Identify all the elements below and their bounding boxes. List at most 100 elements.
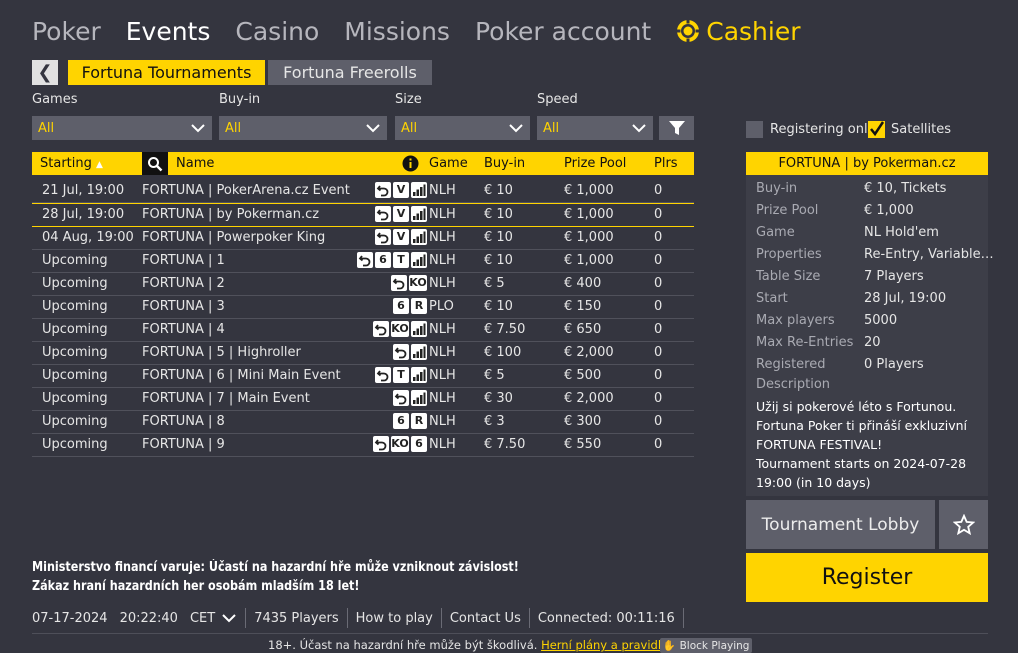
row-start: Upcoming: [42, 391, 108, 406]
row-buyin: € 30: [484, 391, 513, 406]
row-game: NLH: [429, 391, 456, 406]
nav-events[interactable]: Events: [126, 17, 211, 46]
rules-link[interactable]: Herní plány a pravidla.: [541, 638, 672, 652]
reentry-icon: [357, 252, 373, 268]
row-game: PLO: [429, 299, 454, 314]
row-name: FORTUNA | 5 | Highroller: [142, 345, 301, 360]
detail-value: Re-Entry, Variable…: [864, 247, 994, 262]
size-select[interactable]: All: [395, 116, 530, 140]
property-badge: V: [393, 206, 409, 222]
detail-key: Properties: [756, 247, 822, 262]
row-name: FORTUNA | PokerArena.cz Event: [142, 183, 350, 198]
nav-poker-account[interactable]: Poker account: [475, 17, 651, 46]
block-playing-button[interactable]: ✋ Block Playing: [660, 638, 752, 653]
checkmark-icon: [870, 121, 885, 137]
nav-cashier[interactable]: Cashier: [676, 17, 801, 46]
table-row[interactable]: 28 Jul, 19:00 FORTUNA | by Pokerman.cz V NL…: [32, 203, 694, 227]
row-game: NLH: [429, 276, 456, 291]
property-badge: KO: [391, 436, 409, 452]
row-buyin: € 10: [484, 183, 513, 198]
description-line: Tournament starts on 2024-07-28: [756, 456, 967, 471]
filter-label-buyin: Buy-in: [219, 92, 261, 107]
row-prize-pool: € 550: [564, 437, 602, 452]
header-players[interactable]: Plrs: [654, 152, 678, 175]
nav-casino[interactable]: Casino: [235, 17, 319, 46]
detail-key: Max Re-Entries: [756, 335, 854, 350]
reentry-icon: [373, 321, 389, 337]
row-name: FORTUNA | 8: [142, 414, 225, 429]
row-game: NLH: [429, 183, 456, 198]
reentry-icon: [393, 344, 409, 360]
speed-icon: [411, 344, 427, 360]
header-starting-label: Starting: [40, 156, 92, 171]
speed-select[interactable]: All: [537, 116, 653, 140]
description-line: 19:00 (in 10 days): [756, 475, 871, 490]
filter-button[interactable]: [659, 116, 694, 140]
table-row[interactable]: Upcoming FORTUNA | 1 6 T NLH € 10 € 1,000 0: [32, 250, 694, 273]
satellites-label: Satellites: [891, 122, 952, 137]
header-name[interactable]: Name: [176, 152, 214, 175]
reentry-icon: [391, 275, 407, 291]
header-prize-pool[interactable]: Prize Pool: [564, 152, 626, 175]
row-game: NLH: [429, 322, 456, 337]
speed-icon: [411, 252, 427, 268]
row-prize-pool: € 400: [564, 276, 602, 291]
row-properties: 6T: [357, 252, 427, 268]
header-buyin[interactable]: Buy-in: [484, 152, 525, 175]
table-row[interactable]: Upcoming FORTUNA | 2 KO NLH € 5 € 400 0: [32, 273, 694, 296]
speed-icon: [411, 229, 427, 245]
table-row[interactable]: 21 Jul, 19:00 FORTUNA | PokerArena.cz Eve…: [32, 180, 694, 203]
tab-fortuna-tournaments[interactable]: Fortuna Tournaments: [68, 60, 265, 85]
tournament-lobby-button[interactable]: Tournament Lobby: [746, 500, 935, 549]
row-start: Upcoming: [42, 322, 108, 337]
reentry-icon: [375, 206, 391, 222]
divider: [440, 608, 442, 628]
search-button[interactable]: [142, 152, 168, 175]
table-row[interactable]: Upcoming FORTUNA | 5 | Highroller NLH € 100…: [32, 342, 694, 365]
buyin-select-value: All: [225, 120, 242, 136]
row-buyin: € 5: [484, 276, 505, 291]
row-prize-pool: € 2,000: [564, 391, 614, 406]
row-game: NLH: [429, 230, 456, 245]
divider: [346, 608, 348, 628]
register-button[interactable]: Register: [746, 553, 988, 602]
timezone-select[interactable]: CET: [190, 610, 237, 626]
tab-fortuna-freerolls[interactable]: Fortuna Freerolls: [268, 60, 432, 85]
table-row[interactable]: Upcoming FORTUNA | 7 | Main Event NLH € 30 €…: [32, 388, 694, 411]
satellites-checkbox[interactable]: [868, 121, 885, 138]
contact-us-link[interactable]: Contact Us: [450, 611, 521, 626]
row-start: Upcoming: [42, 414, 108, 429]
header-starting[interactable]: Starting ▲: [40, 152, 103, 175]
how-to-play-link[interactable]: How to play: [356, 611, 433, 626]
property-badge: T: [393, 367, 409, 383]
info-button[interactable]: [402, 152, 419, 175]
registering-only-checkbox[interactable]: [746, 121, 763, 138]
footer-disclaimer: 18+. Účast na hazardní hře může být škod…: [268, 638, 538, 652]
table-row[interactable]: Upcoming FORTUNA | 9 KO 6 NLH € 7.50 € 550 0: [32, 434, 694, 457]
games-select[interactable]: All: [32, 116, 212, 140]
filter-label-speed: Speed: [537, 92, 578, 107]
footer: 18+. Účast na hazardní hře může být škod…: [0, 638, 1018, 653]
table-row[interactable]: Upcoming FORTUNA | 4 KO NLH € 7.50 € 650 0: [32, 319, 694, 342]
table-row[interactable]: Upcoming FORTUNA | 6 | Mini Main Event T NL…: [32, 365, 694, 388]
row-name: FORTUNA | Powerpoker King: [142, 230, 326, 245]
row-properties: 6R: [393, 298, 427, 314]
table-row[interactable]: Upcoming FORTUNA | 3 6 R PLO € 10 € 150 0: [32, 296, 694, 319]
row-players: 0: [654, 253, 663, 268]
property-badge: 6: [411, 436, 427, 452]
favorite-button[interactable]: [939, 500, 988, 549]
size-select-value: All: [401, 120, 418, 136]
details-panel: Description Užij si pokerové léto s Fort…: [746, 175, 994, 496]
table-row[interactable]: Upcoming FORTUNA | 8 6 R NLH € 3 € 300 0: [32, 411, 694, 434]
buyin-select[interactable]: All: [219, 116, 387, 140]
nav-poker[interactable]: Poker: [32, 17, 101, 46]
row-start: 21 Jul, 19:00: [42, 183, 125, 198]
nav-missions[interactable]: Missions: [344, 17, 450, 46]
header-game[interactable]: Game: [429, 152, 468, 175]
detail-value: 28 Jul, 19:00: [864, 291, 947, 306]
table-row[interactable]: 04 Aug, 19:00 FORTUNA | Powerpoker King V N…: [32, 227, 694, 250]
back-button[interactable]: ❮: [32, 60, 58, 85]
filter-label-size: Size: [395, 92, 422, 107]
description-label: Description: [756, 377, 831, 392]
property-badge: KO: [391, 321, 409, 337]
